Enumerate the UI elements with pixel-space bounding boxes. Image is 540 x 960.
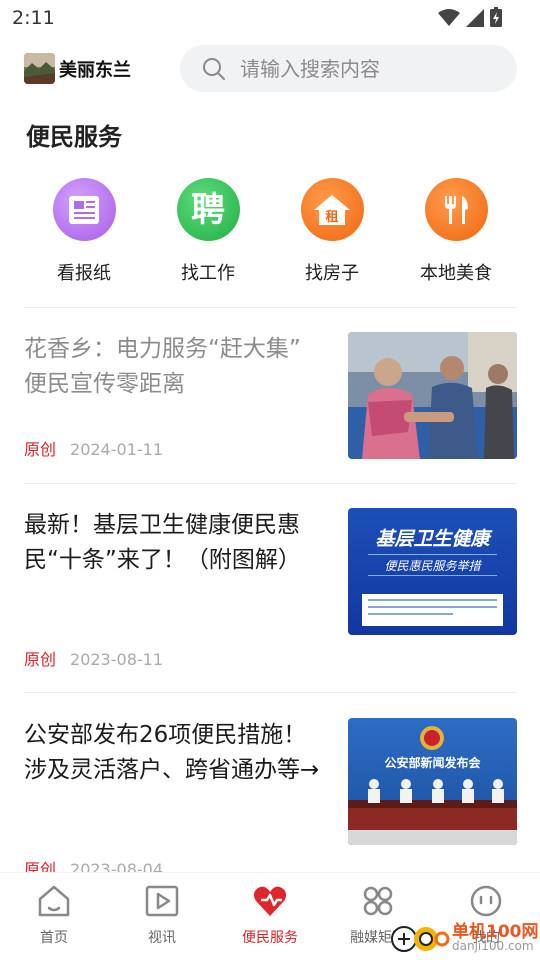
newspaper-icon [52, 178, 116, 241]
search-box[interactable] [180, 45, 517, 92]
thumb-title: 公安部新闻发布会 [384, 756, 481, 770]
news-title[interactable]: 花香乡：电力服务“赶大集” 便民宣传零距离 [24, 332, 324, 402]
home-icon [38, 885, 70, 917]
original-tag: 原创 [24, 650, 57, 669]
service-newspaper[interactable]: 看报纸 [22, 178, 146, 288]
news-title[interactable]: 最新！基层卫生健康便民惠民“十条”来了！（附图解） [24, 508, 324, 578]
watermark-logo-icon [391, 926, 450, 952]
job-icon: 聘 [176, 178, 240, 241]
thumb-text-block [362, 594, 503, 626]
signal-icon [466, 9, 484, 27]
search-input[interactable] [240, 53, 500, 84]
status-bar: 2:11 [0, 0, 540, 36]
heart-icon [253, 886, 287, 916]
news-date: 2023-08-11 [70, 650, 163, 669]
news-meta: 原创 2023-08-11 [24, 646, 163, 670]
service-grid: 看报纸 聘 找工作 租 找房子 本地美食 [22, 178, 518, 288]
service-job[interactable]: 聘 找工作 [146, 178, 270, 288]
house-rent-icon: 租 [300, 178, 364, 241]
news-meta: 原创 2024-01-11 [24, 436, 163, 460]
section-title: 便民服务 [26, 123, 122, 151]
search-icon [203, 58, 225, 80]
nav-home[interactable]: 首页 [0, 873, 108, 960]
nav-services[interactable]: 便民服务 [216, 873, 324, 960]
svg-text:租: 租 [325, 210, 338, 225]
news-item[interactable]: 最新！基层卫生健康便民惠民“十条”来了！（附图解） 原创 2023-08-11 基… [24, 508, 517, 688]
divider [24, 307, 516, 308]
divider [24, 483, 516, 484]
video-icon [145, 885, 179, 917]
news-thumbnail[interactable] [348, 332, 517, 459]
profile-icon [470, 885, 502, 917]
battery-icon [490, 7, 502, 27]
wifi-icon [438, 9, 460, 26]
original-tag: 原创 [24, 440, 57, 459]
thumb-subtitle: 便民惠民服务举措 [368, 554, 497, 576]
service-food[interactable]: 本地美食 [394, 178, 518, 288]
news-thumbnail[interactable]: 基层卫生健康 便民惠民服务举措 [348, 508, 517, 635]
news-title[interactable]: 公安部发布26项便民措施！涉及灵活落户、跨省通办等→ [24, 718, 324, 788]
service-house[interactable]: 租 找房子 [270, 178, 394, 288]
food-icon [424, 178, 488, 241]
news-item[interactable]: 花香乡：电力服务“赶大集” 便民宣传零距离 原创 2024-01-11 [24, 332, 517, 512]
grid-icon [363, 886, 393, 916]
status-time: 2:11 [12, 7, 55, 29]
app-logo [24, 53, 55, 84]
app-name: 美丽东兰 [59, 60, 131, 81]
watermark: 单机100网 danji100.com [388, 915, 539, 959]
header: 美丽东兰 [0, 44, 540, 94]
divider [24, 692, 516, 693]
news-date: 2024-01-11 [70, 440, 163, 459]
thumb-title: 基层卫生健康 [375, 528, 490, 550]
news-item[interactable]: 公安部发布26项便民措施！涉及灵活落户、跨省通办等→ 原创 2023-08-04 … [24, 718, 517, 898]
nav-video[interactable]: 视讯 [108, 873, 216, 960]
news-thumbnail[interactable]: 公安部新闻发布会 [348, 718, 517, 845]
